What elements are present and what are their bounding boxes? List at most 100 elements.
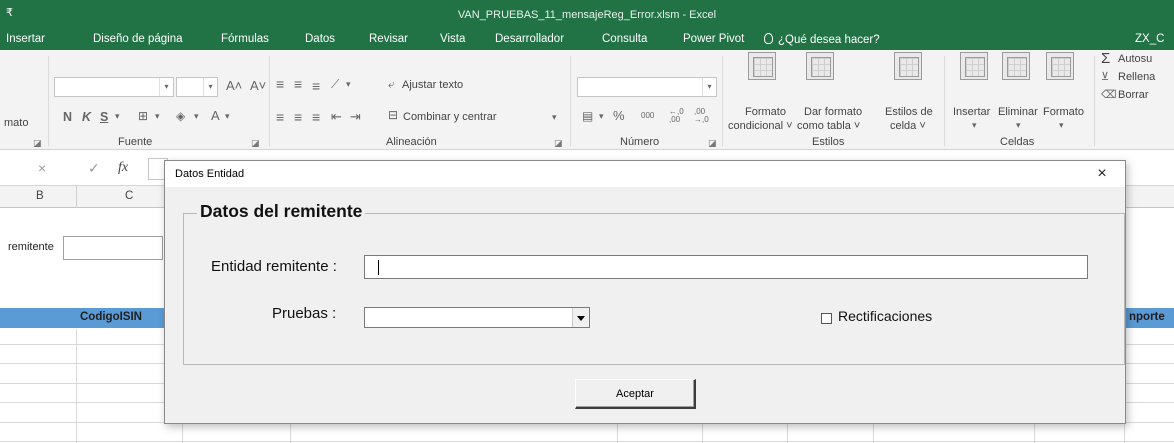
- rectificaciones-label[interactable]: Rectificaciones: [838, 308, 932, 324]
- group-separator: [722, 56, 723, 146]
- fill-button[interactable]: Rellena: [1118, 71, 1155, 83]
- increase-decimal-button[interactable]: ←,0 ,00: [669, 108, 689, 124]
- eraser-icon[interactable]: ⌫: [1101, 88, 1117, 101]
- cells-group-label: Celdas: [1000, 136, 1035, 148]
- chevron-down-icon[interactable]: ▾: [346, 79, 351, 90]
- borders-icon[interactable]: ⊞: [138, 109, 148, 123]
- chevron-down-icon[interactable]: ▾: [225, 111, 230, 122]
- conditional-format-label-2[interactable]: condicional ˅: [728, 120, 793, 132]
- font-name-combo[interactable]: ▾: [54, 77, 174, 97]
- delete-cells-button[interactable]: Eliminar: [998, 106, 1038, 118]
- chevron-down-icon[interactable]: ▾: [972, 120, 977, 131]
- dialog-title-bar[interactable]: Datos Entidad ×: [165, 161, 1125, 187]
- conditional-format-label-1[interactable]: Formato: [745, 106, 786, 118]
- percent-button[interactable]: %: [613, 108, 625, 123]
- align-middle-icon[interactable]: ≡: [294, 76, 302, 92]
- format-as-table-label-1[interactable]: Dar formato: [804, 106, 862, 118]
- sheet-remitente-input[interactable]: [63, 236, 163, 260]
- number-format-combo[interactable]: ▾: [577, 77, 717, 97]
- format-as-table-icon[interactable]: [806, 52, 834, 80]
- tell-me-search[interactable]: ¿Qué desea hacer?: [764, 33, 880, 46]
- grid-column-line: [76, 329, 77, 443]
- tab-insertar[interactable]: Insertar: [6, 33, 45, 45]
- chevron-down-icon[interactable]: ▾: [115, 111, 120, 122]
- autosum-button[interactable]: Autosu: [1118, 53, 1152, 65]
- cell-styles-label-2[interactable]: celda ˅: [890, 120, 926, 132]
- chevron-down-icon[interactable]: ▾: [194, 111, 199, 122]
- column-header-b[interactable]: B: [36, 190, 44, 202]
- align-center-icon[interactable]: ≡: [294, 109, 302, 125]
- tab-consulta[interactable]: Consulta: [602, 33, 647, 45]
- chevron-down-icon[interactable]: ▾: [1059, 120, 1064, 131]
- format-cells-button[interactable]: Formato: [1043, 106, 1084, 118]
- decrease-indent-icon[interactable]: ⇤: [331, 109, 342, 125]
- tab-diseno-de-pagina[interactable]: Diseño de página: [93, 33, 183, 45]
- aceptar-button[interactable]: Aceptar: [575, 379, 696, 409]
- number-launcher-icon[interactable]: ◪: [708, 138, 717, 149]
- close-icon[interactable]: ×: [1083, 163, 1121, 185]
- font-color-icon[interactable]: A: [211, 108, 220, 123]
- insert-cells-button[interactable]: Insertar: [953, 106, 990, 118]
- autosum-icon[interactable]: Σ: [1101, 50, 1110, 67]
- grow-font-icon[interactable]: A˄: [226, 78, 242, 93]
- group-separator: [570, 56, 571, 146]
- align-left-icon[interactable]: ≡: [276, 109, 284, 125]
- merge-center-button[interactable]: Combinar y centrar: [403, 111, 497, 123]
- excel-window: ₹ VAN_PRUEBAS_11_mensajeReg_Error.xlsm -…: [0, 0, 1174, 443]
- insert-function-icon[interactable]: fx: [118, 160, 128, 176]
- align-top-icon[interactable]: ≡: [276, 76, 284, 92]
- decrease-decimal-button[interactable]: ,00 →,0: [694, 108, 714, 124]
- cell-styles-label-1[interactable]: Estilos de: [885, 106, 933, 118]
- alignment-launcher-icon[interactable]: ◪: [554, 138, 563, 149]
- shrink-font-icon[interactable]: A˅: [250, 78, 266, 93]
- rectificaciones-checkbox[interactable]: [821, 313, 832, 324]
- format-cells-icon[interactable]: [1046, 52, 1074, 80]
- chevron-down-icon[interactable]: ▾: [552, 112, 557, 123]
- chevron-down-icon[interactable]: ▾: [599, 111, 604, 122]
- clipboard-format-painter-label[interactable]: mato: [4, 117, 28, 129]
- tab-formulas[interactable]: Fórmulas: [221, 33, 269, 45]
- insert-cells-icon[interactable]: [960, 52, 988, 80]
- styles-group-label: Estilos: [812, 136, 845, 148]
- cell-styles-icon[interactable]: [894, 52, 922, 80]
- account-name[interactable]: ZX_C: [1135, 33, 1164, 45]
- increase-indent-icon[interactable]: ⇥: [350, 109, 361, 125]
- tab-datos[interactable]: Datos: [305, 33, 335, 45]
- align-right-icon[interactable]: ≡: [312, 109, 320, 125]
- bold-button[interactable]: N: [63, 110, 72, 124]
- header-importe[interactable]: nporte: [1129, 311, 1165, 323]
- column-header-c[interactable]: C: [125, 190, 133, 202]
- clipboard-launcher-icon[interactable]: ◪: [33, 138, 42, 149]
- fill-color-icon[interactable]: ◈: [176, 109, 185, 123]
- enter-icon[interactable]: ✓: [88, 160, 100, 177]
- thousands-separator-button[interactable]: 000: [641, 111, 654, 120]
- chevron-down-icon[interactable]: [572, 308, 589, 327]
- conditional-format-icon[interactable]: [748, 52, 776, 80]
- font-launcher-icon[interactable]: ◪: [251, 138, 260, 149]
- align-bottom-icon[interactable]: ≡: [312, 78, 320, 94]
- chevron-down-icon[interactable]: ▾: [155, 111, 160, 122]
- underline-button[interactable]: S: [100, 110, 108, 124]
- pruebas-combobox[interactable]: [364, 307, 590, 328]
- tab-vista[interactable]: Vista: [440, 33, 465, 45]
- currency-format-icon[interactable]: ▤: [582, 109, 593, 123]
- header-codigo-isin[interactable]: CodigoISIN: [80, 311, 142, 323]
- entidad-remitente-input[interactable]: [364, 255, 1088, 279]
- chevron-down-icon[interactable]: ▾: [1016, 120, 1021, 131]
- format-as-table-label-2[interactable]: como tabla ˅: [797, 120, 860, 132]
- chevron-down-icon: ▾: [203, 78, 217, 96]
- italic-button[interactable]: K: [82, 110, 91, 124]
- cancel-icon[interactable]: ×: [38, 160, 46, 176]
- tab-revisar[interactable]: Revisar: [369, 33, 408, 45]
- tab-desarrollador[interactable]: Desarrollador: [495, 33, 564, 45]
- tab-power-pivot[interactable]: Power Pivot: [683, 33, 744, 45]
- wrap-text-button[interactable]: Ajustar texto: [402, 79, 463, 91]
- clear-button[interactable]: Borrar: [1118, 89, 1149, 101]
- orientation-icon[interactable]: ⟋: [331, 77, 339, 92]
- fill-icon[interactable]: ⊻: [1101, 70, 1109, 83]
- font-size-combo[interactable]: ▾: [176, 77, 218, 97]
- delete-cells-icon[interactable]: [1002, 52, 1030, 80]
- title-bar: ₹ VAN_PRUEBAS_11_mensajeReg_Error.xlsm -…: [0, 0, 1174, 30]
- wrap-text-icon[interactable]: ⤶: [388, 77, 395, 92]
- merge-center-icon[interactable]: ⊟: [388, 108, 398, 122]
